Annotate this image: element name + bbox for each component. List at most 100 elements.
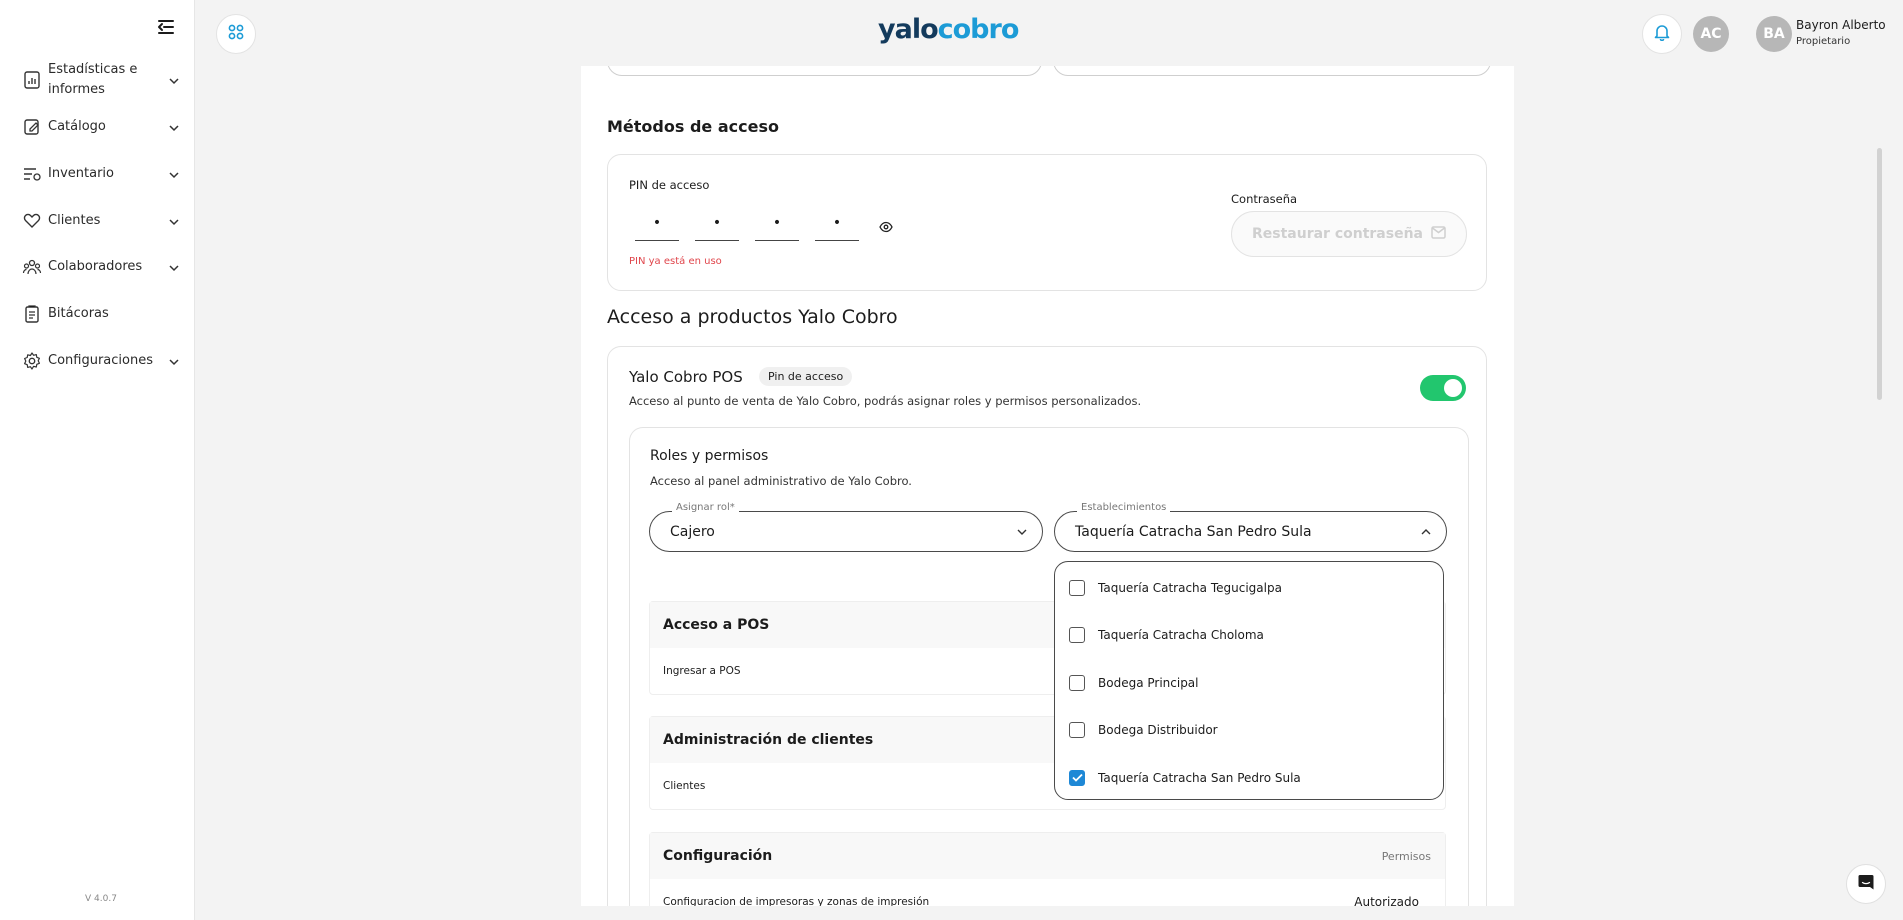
permission-group-title-text: Acceso a POS [663, 617, 770, 633]
chevron-down-icon [167, 214, 181, 228]
avatar[interactable]: AC [1693, 16, 1729, 52]
stores-label: Establecimientos [1077, 502, 1171, 513]
pin-digit-1[interactable]: • [635, 213, 679, 241]
sidebar-item-bitacoras[interactable]: Bitácoras [0, 290, 195, 337]
checkbox-checked[interactable] [1069, 769, 1085, 786]
sidebar-nav: Estadísticas e informes Catálogo Inventa… [0, 58, 195, 384]
inventory-filter-icon [22, 164, 42, 184]
store-option-label: Bodega Principal [1098, 675, 1199, 690]
permissions-column-header: Permisos [1381, 849, 1431, 863]
restore-password-label: Restaurar contraseña [1251, 226, 1423, 242]
chevron-down-icon [167, 120, 181, 134]
main-panel: Métodos de acceso PIN de acceso • • • • … [581, 66, 1514, 906]
notifications-button[interactable] [1642, 14, 1682, 54]
checkbox-unchecked[interactable] [1069, 722, 1085, 739]
pin-label: PIN de acceso [629, 178, 710, 192]
access-methods-title: Métodos de acceso [607, 117, 779, 136]
gear-icon [22, 351, 42, 371]
checkbox-unchecked[interactable] [1069, 579, 1085, 596]
eye-icon[interactable] [879, 219, 893, 238]
pin-digit-3[interactable]: • [755, 213, 799, 241]
stores-value: Taquería Catracha San Pedro Sula [1075, 523, 1312, 540]
sidebar-item-label: Clientes [48, 212, 101, 228]
pin-digit-4[interactable]: • [815, 213, 859, 241]
yalocobro-logo: yalocobro [878, 14, 1020, 45]
sidebar-item-catalogo[interactable]: Catálogo [0, 104, 195, 150]
sidebar-item-configuraciones[interactable]: Configuraciones [0, 337, 195, 384]
roles-description: Acceso al panel administrativo de Yalo C… [650, 474, 912, 488]
sidebar-item-label: Catálogo [48, 119, 106, 134]
store-option[interactable]: Bodega Principal [1055, 659, 1443, 707]
collapse-sidebar-icon[interactable] [155, 16, 177, 38]
permission-row-label: Ingresar a POS [663, 665, 741, 677]
sidebar-item-label: Estadísticas e informes [48, 62, 138, 97]
roles-title: Roles y permisos [650, 448, 769, 464]
chevron-down-icon [167, 354, 181, 368]
permission-row[interactable]: Configuracion de impresoras y zonas de i… [650, 879, 1445, 906]
permission-row-status[interactable]: Autorizado [1354, 895, 1419, 906]
checkbox-unchecked[interactable] [1069, 627, 1085, 644]
sidebar-item-label: Inventario [48, 165, 114, 181]
topbar: yalocobro AC BA Bayron Alberto Propietar… [196, 0, 1903, 66]
user-avatar[interactable]: BA [1756, 16, 1792, 52]
permission-row-label: Configuracion de impresoras y zonas de i… [663, 896, 930, 906]
assign-role-value: Cajero [670, 523, 715, 540]
chevron-down-icon [1016, 526, 1028, 538]
pos-access-toggle[interactable] [1420, 375, 1466, 401]
catalog-edit-icon [22, 117, 42, 137]
sidebar: Estadísticas e informes Catálogo Inventa… [0, 0, 195, 920]
chevron-down-icon [167, 73, 181, 87]
handshake-heart-icon [22, 211, 42, 231]
people-group-icon [22, 257, 42, 277]
bell-icon [1654, 23, 1670, 45]
permission-row-label: Clientes [663, 780, 706, 792]
store-option-label: Taquería Catracha San Pedro Sula [1098, 770, 1301, 785]
apps-grid-button[interactable] [216, 14, 256, 54]
sidebar-item-label: Bitácoras [48, 305, 109, 321]
sidebar-item-label: Colaboradores [48, 259, 143, 274]
sidebar-item-estadisticas[interactable]: Estadísticas e informes [0, 58, 195, 102]
user-name[interactable]: Bayron Alberto [1796, 18, 1886, 32]
pos-description: Acceso al punto de venta de Yalo Cobro, … [629, 394, 1142, 408]
sidebar-item-colaboradores[interactable]: Colaboradores [0, 244, 195, 290]
logo-part-cobro: cobro [937, 14, 1020, 45]
sidebar-item-clientes[interactable]: Clientes [0, 197, 195, 244]
user-role: Propietario [1796, 36, 1851, 47]
pin-access-badge: Pin de acceso [759, 367, 853, 386]
pin-digit-2[interactable]: • [695, 213, 739, 241]
sidebar-item-label: Configuraciones [48, 352, 153, 368]
previous-field-right[interactable] [1053, 66, 1491, 76]
pin-error-message: PIN ya está en uso [629, 256, 722, 267]
checkmark-icon [1071, 774, 1083, 783]
pos-product-name: Yalo Cobro POS [629, 368, 743, 386]
chevron-up-icon [1420, 526, 1432, 538]
stores-dropdown-menu: Taquería Catracha Tegucigalpa Taquería C… [1054, 561, 1444, 800]
permission-group-config: Configuración Permisos Configuracion de … [649, 832, 1446, 906]
chat-support-button[interactable] [1846, 864, 1886, 904]
store-option[interactable]: Taquería Catracha San Pedro Sula [1055, 754, 1443, 802]
permission-group-title-text: Administración de clientes [663, 732, 874, 748]
store-option[interactable]: Taquería Catracha Choloma [1055, 612, 1443, 660]
checkbox-unchecked[interactable] [1069, 674, 1085, 691]
store-option[interactable]: Taquería Catracha Tegucigalpa [1055, 564, 1443, 612]
app-version: V 4.0.7 [85, 894, 117, 904]
restore-password-button[interactable]: Restaurar contraseña [1231, 211, 1467, 257]
sidebar-item-inventario[interactable]: Inventario [0, 150, 195, 197]
permission-group-title-text: Configuración [663, 848, 773, 864]
previous-field-left[interactable] [607, 66, 1042, 76]
logo-part-yalo: yalo [878, 14, 939, 45]
assign-role-select[interactable]: Asignar rol* Cajero [649, 502, 1043, 552]
page-scrollbar[interactable] [1877, 148, 1882, 400]
store-option-label: Bodega Distribuidor [1098, 723, 1218, 738]
chevron-down-icon [167, 167, 181, 181]
toggle-knob [1444, 379, 1462, 397]
permission-group-title: Configuración Permisos [650, 833, 1445, 879]
chart-report-icon [22, 70, 42, 90]
store-option[interactable]: Bodega Distribuidor [1055, 707, 1443, 755]
access-methods-card: PIN de acceso • • • • PIN ya está en uso… [607, 154, 1487, 291]
stores-select[interactable]: Establecimientos Taquería Catracha San P… [1054, 502, 1447, 552]
assign-role-label: Asignar rol* [672, 502, 739, 513]
products-access-title: Acceso a productos Yalo Cobro [607, 306, 898, 328]
clipboard-log-icon [22, 304, 42, 324]
chevron-down-icon [167, 260, 181, 274]
